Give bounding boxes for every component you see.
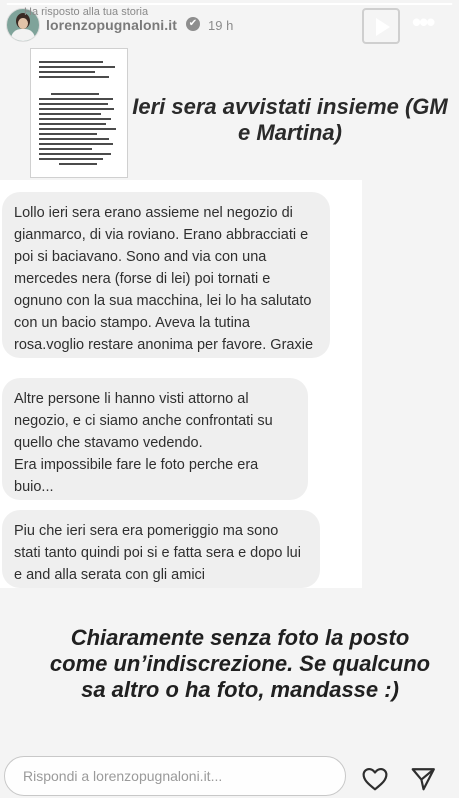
username[interactable]: lorenzopugnaloni.it (46, 17, 177, 33)
story-caption: Chiaramente senza foto la posto come un’… (49, 625, 431, 702)
verified-badge-icon: ✔ (186, 17, 200, 31)
shared-post-thumbnail[interactable] (30, 48, 128, 178)
story-headline: Ieri sera avvistati insieme (GM e Martin… (132, 94, 448, 145)
send-icon[interactable] (410, 766, 436, 792)
message-bubble-1: Lollo ieri sera erano assieme nel negozi… (2, 192, 330, 358)
post-text-lines-2 (39, 93, 119, 168)
post-text-lines-1 (39, 61, 119, 81)
play-icon (376, 18, 390, 36)
more-options-button[interactable]: ••• (412, 9, 442, 37)
play-button[interactable] (362, 8, 400, 44)
timestamp: 19 h (208, 18, 234, 33)
story-view: Ha risposto alla tua storia lorenzopugna… (0, 0, 459, 798)
chat-screenshot: Lollo ieri sera erano assieme nel negozi… (0, 180, 362, 588)
more-icon: ••• (412, 7, 435, 37)
message-bubble-2: Altre persone li hanno visti attorno al … (2, 378, 308, 500)
message-bubble-3: Piu che ieri sera era pomeriggio ma sono… (2, 510, 320, 588)
heart-icon[interactable] (362, 767, 388, 791)
reply-bar (0, 754, 459, 798)
reply-input[interactable] (4, 756, 346, 796)
